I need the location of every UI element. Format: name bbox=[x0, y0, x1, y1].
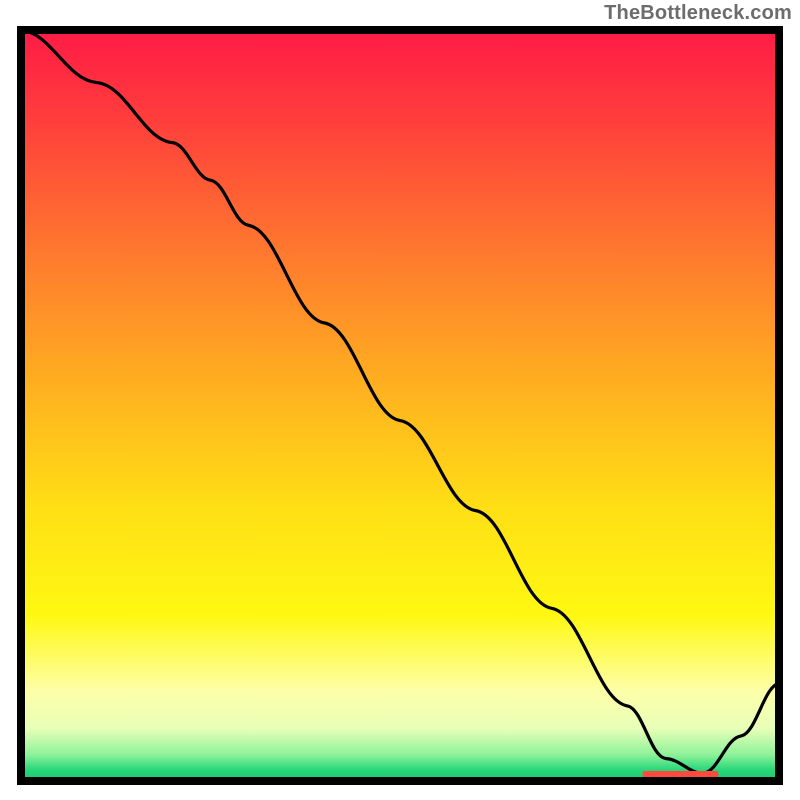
attribution-watermark: TheBottleneck.com bbox=[604, 2, 792, 25]
optimum-marker bbox=[643, 771, 719, 777]
chart-stage: TheBottleneck.com bbox=[0, 0, 800, 800]
chart-svg bbox=[17, 26, 783, 785]
plot-area bbox=[17, 26, 783, 785]
gradient-background bbox=[21, 30, 779, 781]
